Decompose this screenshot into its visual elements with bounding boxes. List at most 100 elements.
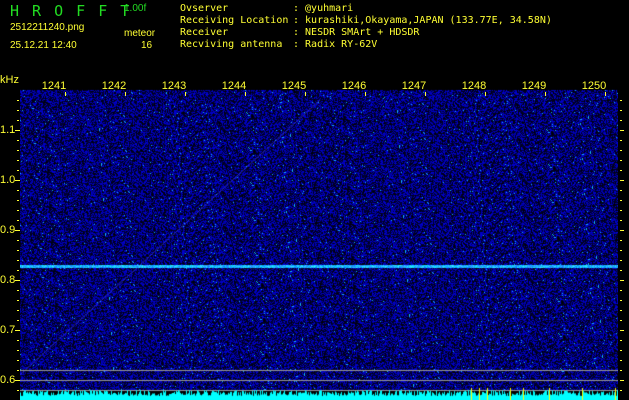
y-minor-tick-right [620,270,622,271]
y-minor-tick [17,340,19,341]
y-minor-tick [17,130,19,131]
y-minor-tick-right [620,100,622,101]
y-minor-tick [17,370,19,371]
y-minor-tick [17,140,19,141]
y-minor-tick-right [620,150,622,151]
y-label: 1.1 [0,124,16,136]
freq-label: 1249 [521,80,547,92]
y-minor-tick-right [620,230,622,231]
freq-tick [605,92,606,96]
spectrogram [20,80,618,400]
y-minor-tick [17,180,19,181]
freq-tick [485,92,486,96]
y-minor-tick [17,210,19,211]
meteor-label: meteor [124,28,156,39]
y-minor-tick-right [620,120,622,121]
y-minor-tick-right [620,260,622,261]
y-minor-tick-right [620,160,622,161]
y-unit: kHz [0,74,19,86]
freq-label: 1242 [101,80,127,92]
freq-tick [425,92,426,96]
freq-label: 1241 [41,80,67,92]
freq-label: 1246 [341,80,367,92]
freq-label: 1248 [461,80,487,92]
datetime: 25.12.21 12:40 [10,40,77,51]
y-minor-tick [17,290,19,291]
y-minor-tick-right [620,340,622,341]
y-minor-tick-right [620,370,622,371]
y-minor-tick-right [620,210,622,211]
y-minor-tick [17,250,19,251]
y-minor-tick-right [620,320,622,321]
freq-label: 1245 [281,80,307,92]
y-minor-tick [17,260,19,261]
freq-tick [365,92,366,96]
y-minor-tick [17,200,19,201]
freq-label: 1244 [221,80,247,92]
y-minor-tick [17,160,19,161]
y-minor-tick [17,270,19,271]
y-minor-tick [17,360,19,361]
y-minor-tick-right [620,200,622,201]
info-label: Ovserver [180,3,229,14]
freq-label: 1250 [581,80,607,92]
info-label: Receiver [180,27,229,38]
y-minor-tick [17,170,19,171]
info-value: : @yuhmari [293,3,354,14]
meteor-count: 16 [141,40,153,51]
y-minor-tick-right [620,290,622,291]
y-minor-tick [17,280,19,281]
version: 1.00f [124,3,147,14]
y-minor-tick [17,220,19,221]
y-minor-tick-right [620,360,622,361]
freq-tick [545,92,546,96]
y-minor-tick-right [620,110,622,111]
y-minor-tick [17,330,19,331]
freq-tick [65,92,66,96]
y-minor-tick [17,120,19,121]
y-minor-tick [17,190,19,191]
y-minor-tick-right [620,170,622,171]
y-minor-tick [17,350,19,351]
info-value: : Radix RY-62V [293,39,378,50]
y-minor-tick-right [620,180,622,181]
freq-tick [125,92,126,96]
y-minor-tick-right [620,130,622,131]
info-label: Recviving antenna [180,39,283,50]
y-minor-tick-right [620,240,622,241]
y-minor-tick-right [620,380,622,381]
y-minor-tick-right [620,280,622,281]
y-minor-tick [17,310,19,311]
y-minor-tick-right [620,350,622,351]
info-value: : NESDR SMArt + HDSDR [293,27,420,38]
y-minor-tick [17,240,19,241]
y-label: 0.9 [0,224,16,236]
y-minor-tick [17,150,19,151]
y-minor-tick-right [620,250,622,251]
freq-tick [305,92,306,96]
freq-label: 1243 [161,80,187,92]
y-minor-tick [17,320,19,321]
y-minor-tick [17,230,19,231]
info-value: : kurashiki,Okayama,JAPAN (133.77E, 34.5… [293,15,552,26]
y-minor-tick-right [620,190,622,191]
freq-label: 1247 [401,80,427,92]
freq-tick [185,92,186,96]
y-minor-tick-right [620,140,622,141]
y-minor-tick-right [620,390,622,391]
y-label: 1.0 [0,174,16,186]
y-minor-tick [17,100,19,101]
y-minor-tick-right [620,300,622,301]
y-label: 0.8 [0,274,16,286]
y-minor-tick-right [620,330,622,331]
y-minor-tick [17,110,19,111]
freq-tick [245,92,246,96]
y-minor-tick-right [620,310,622,311]
filename: 2512211240.png [10,22,85,33]
y-label: 0.7 [0,324,16,336]
y-minor-tick [17,390,19,391]
y-minor-tick-right [620,220,622,221]
y-minor-tick [17,380,19,381]
y-minor-tick [17,300,19,301]
app-title: H R O F F T [10,2,130,20]
